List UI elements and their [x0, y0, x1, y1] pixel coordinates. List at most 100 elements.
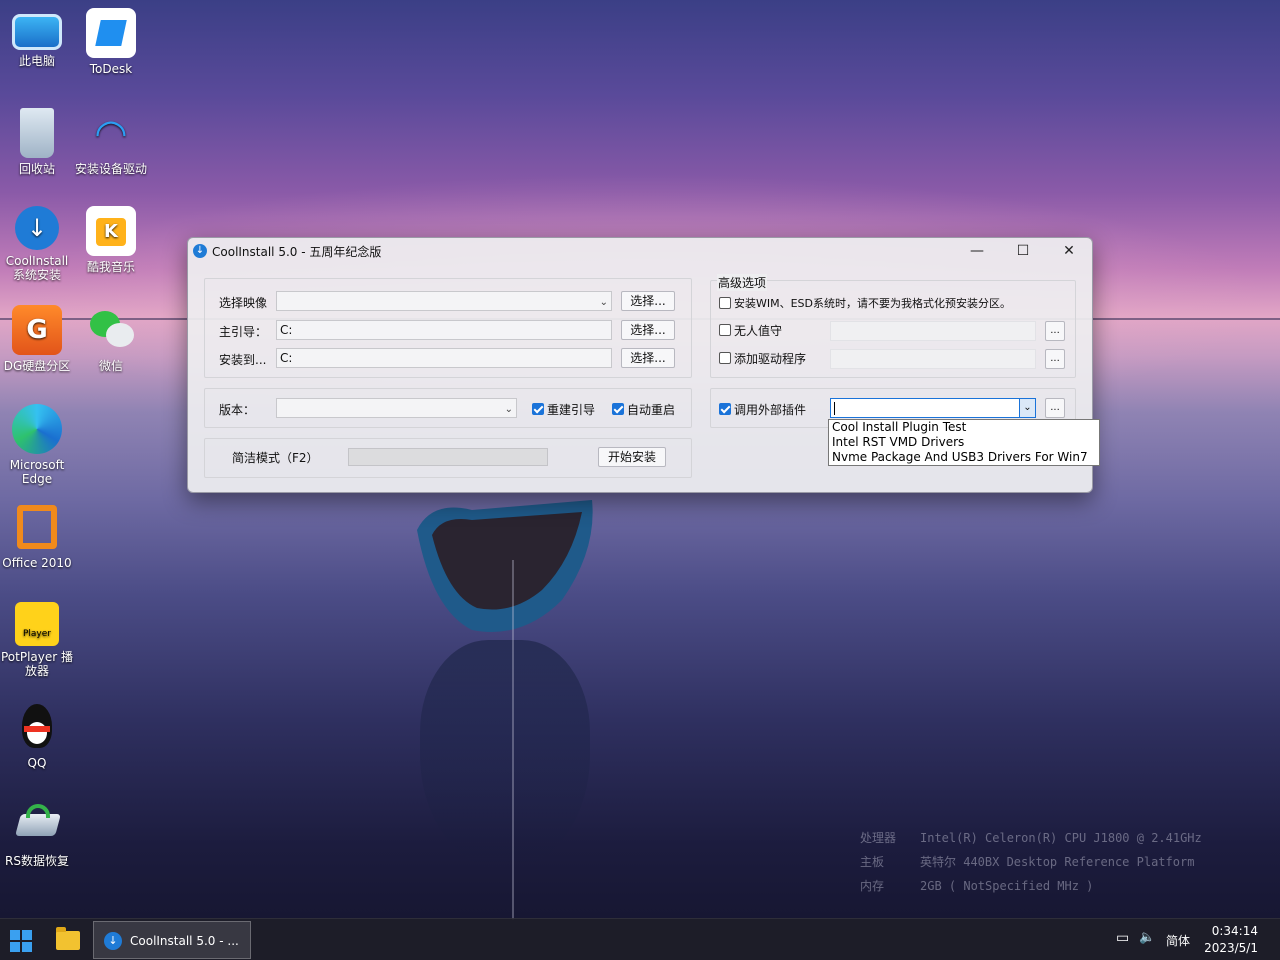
wallpaper-mast — [512, 560, 514, 920]
title-bar[interactable]: ↓ CoolInstall 5.0 - 五周年纪念版 — ☐ ✕ — [188, 238, 1092, 264]
clock[interactable]: 0:34:14 2023/5/1 — [1204, 923, 1258, 957]
choose-image-button[interactable]: 选择... — [621, 291, 675, 311]
desktop-icon-recycle-bin[interactable]: 回收站 — [0, 108, 74, 176]
desktop-icon-coolinstall[interactable]: ↓ CoolInstall 系统安装 — [0, 206, 74, 282]
plugin-option[interactable]: Intel RST VMD Drivers — [832, 435, 1099, 450]
plugin-option[interactable]: Cool Install Plugin Test — [832, 420, 1099, 435]
chevron-down-icon[interactable]: ⌄ — [1019, 399, 1035, 417]
rs-recovery-icon — [12, 800, 62, 850]
unattended-browse-button[interactable]: ... — [1045, 321, 1065, 341]
desktop-icon-label: ToDesk — [89, 62, 133, 76]
desktop-icon-office[interactable]: Office 2010 — [0, 502, 74, 570]
desktop-icon-driver[interactable]: ◠ 安装设备驱动 — [74, 108, 148, 176]
wechat-icon — [86, 305, 136, 355]
todesk-icon — [86, 8, 136, 58]
close-button[interactable]: ✕ — [1046, 238, 1092, 264]
maximize-button[interactable]: ☐ — [1000, 238, 1046, 264]
desktop-icon-label: Office 2010 — [2, 556, 72, 570]
start-install-button[interactable]: 开始安装 — [598, 447, 666, 467]
desktop-icon-todesk[interactable]: ToDesk — [74, 8, 148, 76]
desktop-icon-kuwo[interactable]: K 酷我音乐 — [74, 206, 148, 274]
office-icon — [12, 502, 62, 552]
memory-value: 2GB ( NotSpecified MHz ) — [920, 879, 1094, 893]
rebuild-boot-checkbox[interactable] — [532, 403, 544, 415]
app-icon: ↓ — [193, 244, 207, 258]
drivers-path-field[interactable] — [830, 349, 1036, 369]
add-drivers-checkbox[interactable] — [719, 352, 731, 364]
version-select[interactable]: ⌄ — [276, 398, 517, 418]
taskbar: ↓ CoolInstall 5.0 - ... ▭ 🔈 简体 0:34:14 2… — [0, 918, 1280, 960]
chevron-down-icon: ⌄ — [599, 297, 608, 308]
desktop-icon-edge[interactable]: Microsoft Edge — [0, 404, 74, 486]
coolinstall-icon: ↓ — [15, 206, 59, 250]
external-plugin-checkbox[interactable] — [719, 403, 731, 415]
image-label: 选择映像 — [219, 296, 268, 310]
edge-icon — [12, 404, 62, 454]
wallpaper-boat-reflection — [420, 640, 590, 870]
choose-boot-button[interactable]: 选择... — [621, 320, 675, 340]
external-plugin-label[interactable]: 调用外部插件 — [734, 401, 806, 418]
desktop-icon-label: 微信 — [98, 359, 123, 373]
file-explorer-icon[interactable] — [56, 927, 80, 950]
auto-restart-label[interactable]: 自动重启 — [627, 401, 675, 418]
desktop-icon-qq[interactable]: QQ — [0, 702, 74, 770]
unattended-path-field[interactable] — [830, 321, 1036, 341]
desktop-icon-label: 回收站 — [18, 162, 55, 176]
unattended-label[interactable]: 无人值守 — [734, 322, 782, 339]
plugin-select[interactable]: ⌄ — [830, 398, 1036, 418]
rebuild-boot-label[interactable]: 重建引导 — [547, 401, 595, 418]
recycle-bin-icon — [20, 108, 54, 158]
system-info: 处理器 Intel(R) Celeron(R) CPU J1800 @ 2.41G… — [860, 826, 1202, 898]
desktop-icon-label: PotPlayer 播放器 — [0, 650, 73, 678]
desktop-icon-label: 此电脑 — [18, 54, 55, 68]
choose-install-button[interactable]: 选择... — [621, 348, 675, 368]
clock-date: 2023/5/1 — [1204, 941, 1258, 955]
ime-indicator[interactable]: 简体 — [1166, 932, 1190, 949]
desktop-icon-wechat[interactable]: 微信 — [74, 305, 148, 373]
taskbar-coolinstall-button[interactable]: ↓ CoolInstall 5.0 - ... — [93, 921, 251, 959]
plugin-option[interactable]: Nvme Package And USB3 Drivers For Win7 — [832, 450, 1099, 465]
coolinstall-icon: ↓ — [104, 932, 122, 950]
clock-time: 0:34:14 — [1211, 924, 1258, 938]
board-key: 主板 — [860, 855, 885, 869]
qq-icon — [12, 702, 62, 752]
desktop-icon-diskgenius[interactable]: G DG硬盘分区 — [0, 305, 74, 373]
diskgenius-icon: G — [12, 305, 62, 355]
computer-icon — [12, 14, 62, 50]
board-value: 英特尔 440BX Desktop Reference Platform — [920, 855, 1195, 869]
text-cursor — [834, 402, 835, 415]
add-drivers-label[interactable]: 添加驱动程序 — [734, 350, 806, 367]
desktop-icon-rs-recovery[interactable]: RS数据恢复 — [0, 800, 74, 868]
plugin-dropdown-list: Cool Install Plugin Test Intel RST VMD D… — [828, 419, 1100, 466]
desktop-icon-label: CoolInstall 系统安装 — [5, 254, 69, 282]
no-format-label[interactable]: 安装WIM、ESD系统时，请不要为我格式化预安装分区。 — [734, 295, 1011, 311]
install-to-field[interactable]: C: — [276, 348, 612, 368]
boot-label: 主引导： — [219, 325, 268, 339]
image-select[interactable]: ⌄ — [276, 291, 612, 311]
drivers-browse-button[interactable]: ... — [1045, 349, 1065, 369]
desktop-icon-label: RS数据恢复 — [5, 854, 69, 868]
wifi-driver-icon: ◠ — [94, 111, 128, 155]
network-icon[interactable]: ▭ — [1116, 930, 1129, 946]
desktop-icon-label: 酷我音乐 — [86, 260, 135, 274]
desktop-icon-label: QQ — [27, 756, 47, 770]
no-format-checkbox[interactable] — [719, 297, 731, 309]
boot-field[interactable]: C: — [276, 320, 612, 340]
desktop-icon-this-pc[interactable]: 此电脑 — [0, 10, 74, 68]
windows-start-icon[interactable] — [10, 930, 32, 952]
auto-restart-checkbox[interactable] — [612, 403, 624, 415]
progress-bar — [348, 448, 548, 466]
wallpaper-boat — [417, 500, 593, 632]
minimize-button[interactable]: — — [954, 238, 1000, 264]
desktop-icon-potplayer[interactable]: Player PotPlayer 播放器 — [0, 602, 74, 678]
volume-icon[interactable]: 🔈 — [1139, 930, 1155, 945]
simple-mode-label[interactable]: 简洁模式（F2） — [232, 449, 319, 466]
cpu-value: Intel(R) Celeron(R) CPU J1800 @ 2.41GHz — [920, 831, 1202, 845]
window-title: CoolInstall 5.0 - 五周年纪念版 — [212, 245, 382, 259]
cpu-key: 处理器 — [860, 831, 897, 845]
plugin-browse-button[interactable]: ... — [1045, 398, 1065, 418]
chevron-down-icon: ⌄ — [504, 404, 513, 415]
unattended-checkbox[interactable] — [719, 324, 731, 336]
desktop-icon-label: 安装设备驱动 — [74, 162, 147, 176]
potplayer-icon: Player — [15, 602, 59, 646]
